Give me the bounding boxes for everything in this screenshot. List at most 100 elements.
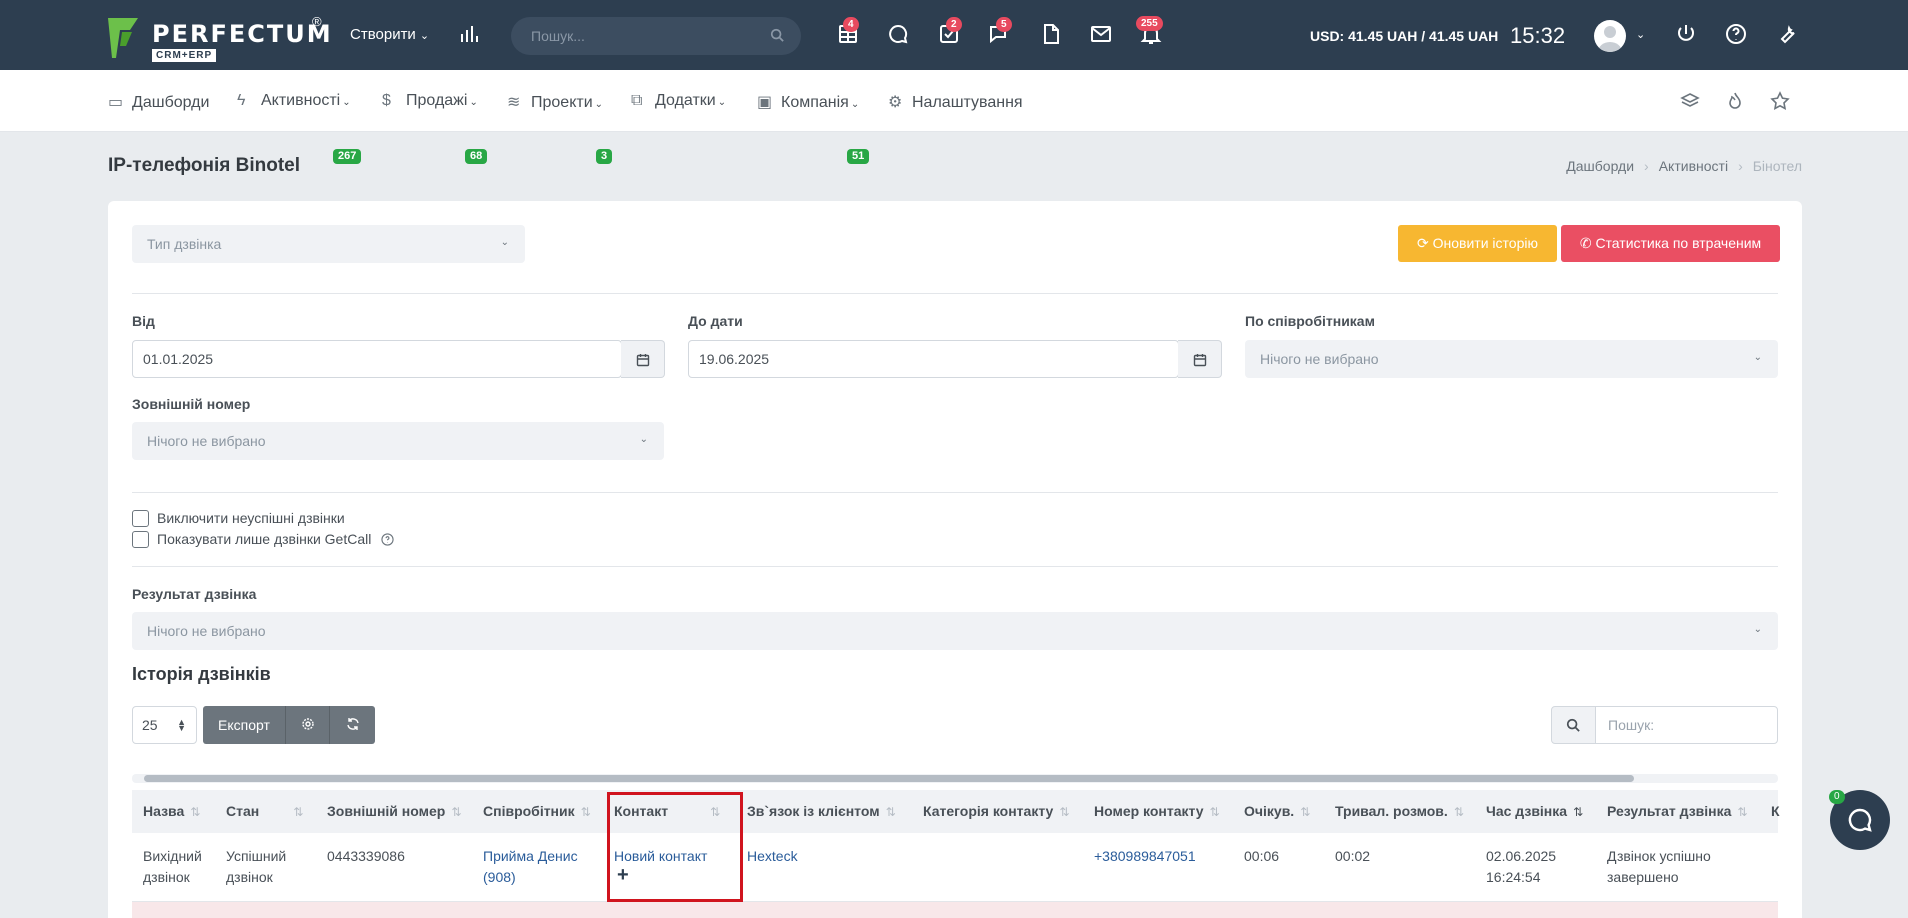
sort-icon: ⇅ [1300,805,1311,819]
column-header-employee[interactable]: Співробітник ⇅ [483,803,591,819]
chevron-down-icon: ⌄ [419,30,430,42]
hot-button[interactable] [1724,90,1746,112]
column-header-client-link[interactable]: Зв`язок із клієнтом ⇅ [747,803,896,819]
divider [132,492,1778,493]
cell-client-link[interactable]: Hexteck [747,846,798,867]
tables-badge: 4 [843,17,859,32]
help-button[interactable] [1724,22,1752,50]
table-search-input[interactable] [1595,706,1778,744]
breadcrumb-current: Бінотел [1752,158,1802,174]
cell-employee-link[interactable]: Прийма Денис (908) [483,846,593,888]
nav-item-company[interactable]: ▣ Компанія ⌄ [757,92,859,112]
chat-badge: 0 [1829,790,1845,804]
chat-bubble-icon [889,24,908,44]
refresh-history-button[interactable]: ⟳ Оновити історію [1398,225,1557,262]
nav-item-sales[interactable]: $ Продажі ⌄ [382,92,478,110]
column-header-external-number[interactable]: Зовнішній номер ⇅ [327,803,461,819]
mail-button[interactable] [1089,22,1117,50]
search-icon [770,28,784,42]
logo-mark-icon [108,18,138,58]
nav-item-settings[interactable]: ⚙ Налаштування [888,92,1023,112]
briefcase-icon: ▣ [757,94,773,111]
company-badge: 51 [847,149,870,164]
column-header-contact-category[interactable]: Категорія контакту ⇅ [923,803,1069,819]
nav-item-apps[interactable]: ⧉ Додатки ⌄ [631,92,726,110]
checkbox-box[interactable] [132,531,149,548]
nav-item-label: Продажі [406,92,468,109]
highlight-contact-cell [607,792,743,902]
checkbox-box[interactable] [132,510,149,527]
button-label: Оновити історію [1432,235,1538,251]
scrollbar-thumb[interactable] [144,775,1634,782]
sort-arrows-icon: ▲ ▼ [177,717,186,733]
select-placeholder: Нічого не вибрано [147,433,266,449]
notifications-badge: 255 [1136,16,1163,31]
missed-stats-button[interactable]: ✆ Статистика по втраченим [1561,225,1780,262]
button-label: Статистика по втраченим [1595,235,1762,251]
logout-button[interactable] [1674,22,1702,50]
refresh-icon: ⟳ [1417,235,1429,251]
from-date-input[interactable] [132,340,622,378]
files-button[interactable] [1039,22,1067,50]
currency-rate: USD: 41.45 UAH / 41.45 UAH [1310,28,1499,44]
chevron-down-icon: ⌄ [639,434,648,445]
only-getcall-checkbox[interactable]: Показувати лише дзвінки GetCall [132,531,394,548]
refresh-icon [346,717,359,730]
sort-icon: ⇅ [1573,805,1584,819]
divider [132,566,1778,567]
table-settings-button[interactable] [286,706,330,744]
export-button[interactable]: Експорт [203,706,286,744]
nav-item-label: Проекти [531,94,593,111]
cell-contact-phone-link[interactable]: +380989847051 [1094,846,1196,867]
projects-badge: 3 [596,149,613,164]
call-history-title: Історія дзвінків [132,664,271,684]
to-date-input[interactable] [688,340,1179,378]
favorites-button[interactable] [1769,90,1791,112]
breadcrumb-activities[interactable]: Активності [1659,158,1728,174]
sort-icon: ⇅ [1453,805,1464,819]
discussions-badge: 5 [996,17,1012,32]
column-header-more[interactable]: К [1771,803,1780,819]
question-circle-icon[interactable] [381,533,394,546]
column-header-result[interactable]: Результат дзвінка ⇅ [1607,803,1747,819]
page-size-select[interactable]: 25 ▲ ▼ [132,706,197,744]
column-header-call-time[interactable]: Час дзвінка ⇅ [1486,803,1583,819]
global-search-input[interactable] [511,17,801,55]
logo[interactable]: PERFECTUM ® CRM+ERP [108,14,331,62]
column-header-wait[interactable]: Очікув. ⇅ [1244,803,1310,819]
table-reload-button[interactable] [330,706,375,744]
table-search-addon[interactable] [1551,706,1596,744]
call-type-select[interactable]: Тип дзвінка ⌄ [132,225,525,263]
chevron-down-icon[interactable]: ⌄ [1636,28,1645,41]
layers-toggle[interactable] [1679,90,1701,112]
messages-button[interactable] [886,22,914,50]
exclude-failed-checkbox[interactable]: Виключити неуспішні дзвінки [132,510,345,527]
settings-tools-button[interactable] [1775,22,1803,50]
column-header-contact-phone[interactable]: Номер контакту ⇅ [1094,803,1220,819]
from-date-picker[interactable] [621,340,665,378]
wrench-icon [1780,25,1795,44]
chevron-down-icon: ⌄ [342,97,351,108]
result-select[interactable]: Нічого не вибрано ⌄ [132,612,1778,650]
copy-icon: ⧉ [631,92,643,109]
nav-item-projects[interactable]: ≋ Проекти ⌄ [507,92,603,112]
logo-text: PERFECTUM [152,20,333,48]
sort-icon: ⇅ [293,805,304,819]
tasks-badge: 2 [946,17,962,32]
nav-item-dashboards[interactable]: ▭ Дашборди [108,92,209,112]
employees-select[interactable]: Нічого не вибрано ⌄ [1245,340,1778,378]
to-date-picker[interactable] [1178,340,1222,378]
sort-icon: ⇅ [1059,805,1070,819]
nav-item-activities[interactable]: ϟ Активності ⌄ [237,92,351,110]
breadcrumb-dashboards[interactable]: Дашборди [1566,158,1634,174]
chat-bubble-icon [1848,808,1872,832]
avatar[interactable] [1594,20,1626,52]
create-menu-button[interactable]: Створити ⌄ [350,26,429,43]
column-header-name[interactable]: Назва ⇅ [143,803,200,819]
reports-button[interactable] [457,22,485,50]
calendar-icon [1193,354,1207,367]
external-number-select[interactable]: Нічого не вибрано ⌄ [132,422,664,460]
column-header-duration[interactable]: Тривал. розмов. ⇅ [1335,803,1464,819]
column-header-status[interactable]: Стан ⇅ [226,803,303,819]
sort-icon: ⇅ [190,805,201,819]
